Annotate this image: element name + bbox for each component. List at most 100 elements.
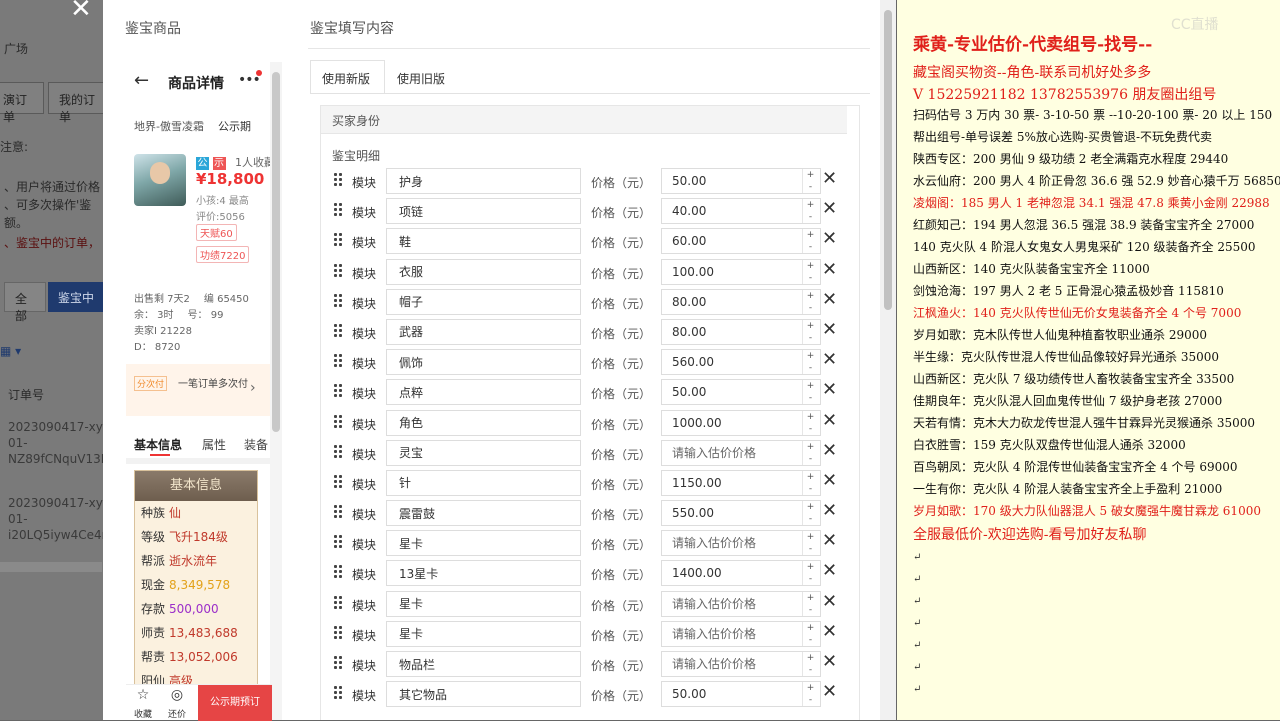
increment-icon[interactable]: + [803,169,818,181]
remove-row-icon[interactable]: ✕ [822,531,837,551]
price-stepper[interactable]: + - [802,169,818,193]
star-icon[interactable]: ☆ [128,687,158,703]
decrement-icon[interactable]: - [803,694,818,706]
increment-icon[interactable]: + [803,320,818,332]
remove-row-icon[interactable]: ✕ [822,289,837,310]
decrement-icon[interactable]: - [803,664,818,676]
drag-handle-icon[interactable] [334,565,344,579]
drag-handle-icon[interactable] [334,173,344,187]
price-input[interactable] [661,409,821,436]
drag-handle-icon[interactable] [334,595,344,610]
remove-row-icon[interactable]: ✕ [822,410,837,431]
price-input[interactable] [661,258,821,285]
drag-handle-icon[interactable] [334,625,344,640]
drag-handle-icon[interactable] [334,474,344,489]
increment-icon[interactable]: + [803,411,818,423]
remove-row-icon[interactable]: ✕ [822,259,837,280]
price-stepper[interactable]: + - [802,591,818,616]
decrement-icon[interactable]: - [803,181,818,193]
price-input[interactable] [661,318,821,345]
drag-handle-icon[interactable] [334,535,344,549]
increment-icon[interactable]: + [803,531,818,543]
module-name-input[interactable] [386,288,581,315]
preorder-button[interactable]: 公示期预订 [198,685,272,721]
remove-row-icon[interactable]: ✕ [822,169,837,189]
price-input[interactable] [661,681,821,708]
remove-row-icon[interactable]: ✕ [822,621,837,642]
close-icon[interactable]: ✕ [70,0,100,24]
increment-icon[interactable]: + [803,592,818,604]
drag-handle-icon[interactable] [334,505,344,519]
price-stepper[interactable]: + - [802,440,818,465]
increment-icon[interactable]: + [803,199,818,211]
price-input[interactable] [661,439,821,466]
increment-icon[interactable]: + [803,682,818,694]
back-arrow-icon[interactable]: ← [134,70,149,91]
remove-row-icon[interactable]: ✕ [822,229,837,249]
price-input[interactable] [661,168,821,194]
filter-appraising-button[interactable]: 鉴宝中 [48,282,106,312]
increment-icon[interactable]: + [803,561,818,573]
bargain-icon[interactable]: ◎ [162,687,192,703]
tab-orders[interactable]: 演订单 [0,82,44,124]
module-name-input[interactable] [386,198,581,225]
module-name-input[interactable] [386,228,581,255]
price-stepper[interactable]: + - [802,229,818,254]
price-stepper[interactable]: + - [802,259,818,284]
price-input[interactable] [661,228,821,255]
tab-new-version[interactable]: 使用新版 [310,60,385,94]
drag-handle-icon[interactable] [334,203,344,217]
increment-icon[interactable]: + [803,622,818,634]
decrement-icon[interactable]: - [803,634,818,646]
price-input[interactable] [661,560,821,587]
price-stepper[interactable]: + - [802,410,818,435]
filter-all-button[interactable]: 全部 [4,282,46,323]
decrement-icon[interactable]: - [803,362,818,374]
tab-old-version[interactable]: 使用旧版 [385,60,460,94]
drag-handle-icon[interactable] [334,384,344,398]
decrement-icon[interactable]: - [803,211,818,223]
decrement-icon[interactable]: - [803,543,818,555]
drag-handle-icon[interactable] [334,263,344,278]
horizontal-scrollbar[interactable] [0,562,102,572]
module-name-input[interactable] [386,379,581,406]
remove-row-icon[interactable]: ✕ [822,440,837,461]
scrollbar-thumb[interactable] [884,10,892,310]
module-name-input[interactable] [386,349,581,376]
module-name-input[interactable] [386,469,581,496]
drag-handle-icon[interactable] [334,444,344,459]
remove-row-icon[interactable]: ✕ [822,501,837,521]
increment-icon[interactable]: + [803,229,818,241]
module-name-input[interactable] [386,258,581,285]
drag-handle-icon[interactable] [334,414,344,429]
scrollbar-thumb[interactable] [272,72,280,432]
drag-handle-icon[interactable] [334,293,344,308]
module-name-input[interactable] [386,439,581,466]
drag-handle-icon[interactable] [334,656,344,670]
increment-icon[interactable]: + [803,441,818,453]
decrement-icon[interactable]: - [803,241,818,253]
price-stepper[interactable]: + - [802,470,818,495]
module-name-input[interactable] [386,409,581,436]
decrement-icon[interactable]: - [803,302,818,314]
price-input[interactable] [661,590,821,617]
price-stepper[interactable]: + - [802,289,818,314]
remove-row-icon[interactable]: ✕ [822,199,837,219]
remove-row-icon[interactable]: ✕ [822,319,837,340]
module-name-input[interactable] [386,560,581,587]
price-input[interactable] [661,500,821,527]
price-input[interactable] [661,349,821,376]
module-name-input[interactable] [386,651,581,677]
decrement-icon[interactable]: - [803,573,818,585]
decrement-icon[interactable]: - [803,392,818,404]
increment-icon[interactable]: + [803,471,818,483]
module-name-input[interactable] [386,681,581,708]
increment-icon[interactable]: + [803,290,818,302]
view-toggle-icon[interactable]: ▦ ▾ [0,344,21,358]
price-input[interactable] [661,379,821,406]
tab-basic-info[interactable]: 基本信息 [134,436,182,453]
decrement-icon[interactable]: - [803,604,818,616]
price-input[interactable] [661,288,821,315]
module-name-input[interactable] [386,530,581,557]
drag-handle-icon[interactable] [334,686,344,700]
